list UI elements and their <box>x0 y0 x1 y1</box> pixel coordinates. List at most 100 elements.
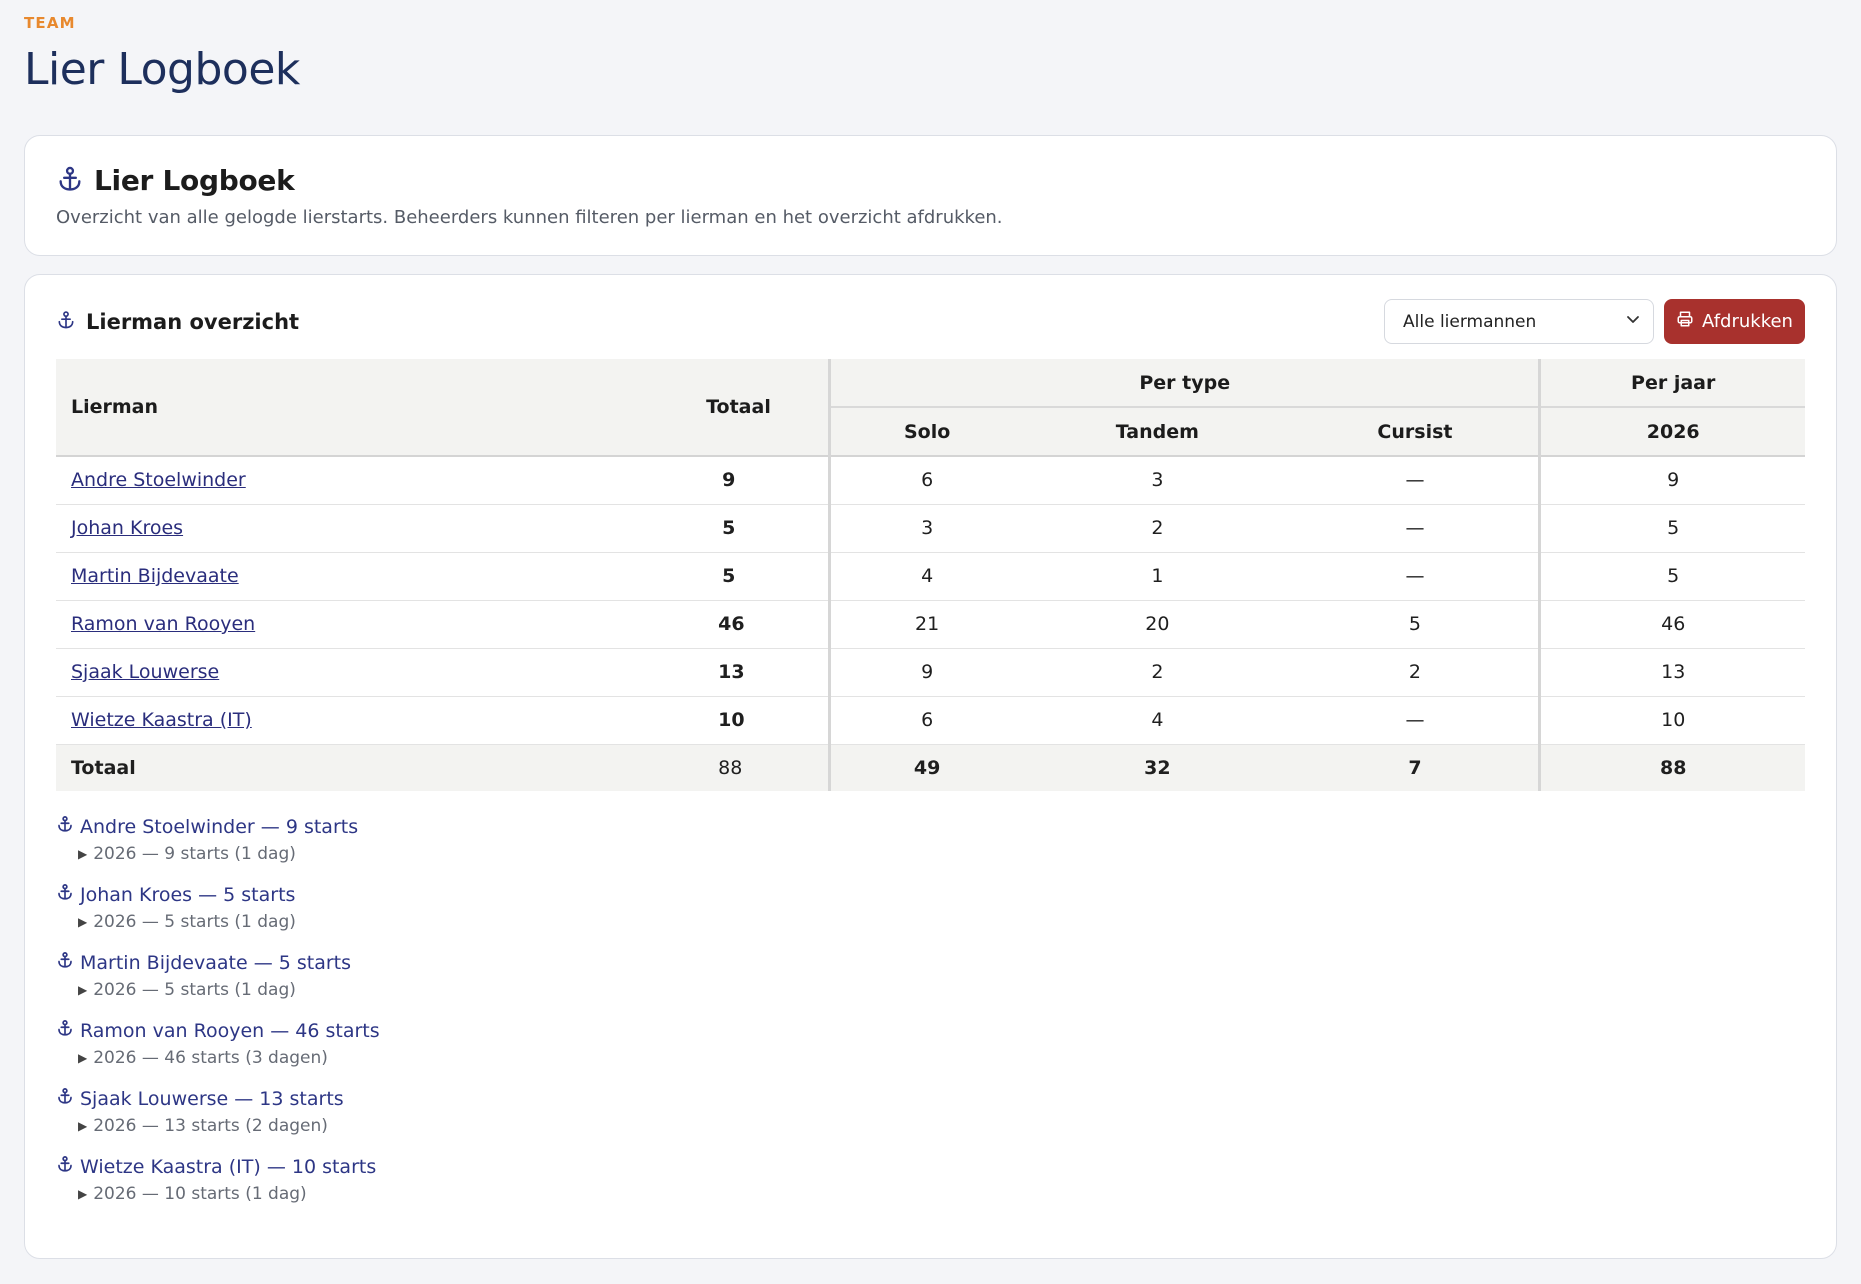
lierman-details-group: Andre Stoelwinder — 9 starts ▶ 2026 — 9 … <box>56 815 1805 883</box>
footer-label: Totaal <box>56 744 707 791</box>
intro-card: Lier Logboek Overzicht van alle gelogde … <box>24 135 1837 256</box>
col-header-per-type: Per type <box>828 359 1540 407</box>
cell-tandem: 20 <box>1023 600 1292 649</box>
print-button-label: Afdrukken <box>1702 311 1793 332</box>
page: TEAM Lier Logboek Lier Logboek Overzicht… <box>0 0 1861 1259</box>
lierman-details-title: Johan Kroes — 5 starts <box>80 883 296 906</box>
year-details-summary[interactable]: ▶ 2026 — 46 starts (3 dagen) <box>56 1048 1805 1068</box>
year-details-summary[interactable]: ▶ 2026 — 10 starts (1 dag) <box>56 1184 1805 1204</box>
year-details-summary[interactable]: ▶ 2026 — 5 starts (1 dag) <box>56 912 1805 932</box>
cell-cursist: 5 <box>1291 600 1540 649</box>
table-row: Wietze Kaastra (IT) 10 6 4 — 10 <box>56 696 1805 745</box>
col-header-lierman: Lierman <box>56 359 707 457</box>
col-header-per-jaar: Per jaar <box>1538 359 1805 407</box>
cell-totaal: 9 <box>706 456 830 505</box>
overview-title: Lierman overzicht <box>86 309 300 334</box>
col-header-cursist: Cursist <box>1291 406 1540 457</box>
footer-totaal: 88 <box>706 744 830 791</box>
triangle-right-icon: ▶ <box>78 1119 88 1133</box>
cell-tandem: 2 <box>1023 648 1292 697</box>
lierman-details-list: Andre Stoelwinder — 9 starts ▶ 2026 — 9 … <box>56 815 1805 1223</box>
lierman-link[interactable]: Johan Kroes <box>71 517 183 539</box>
cell-solo: 3 <box>828 504 1024 553</box>
intro-title-row: Lier Logboek <box>56 164 1805 197</box>
col-header-solo: Solo <box>828 406 1024 457</box>
cell-tandem: 3 <box>1023 456 1292 505</box>
cell-tandem: 1 <box>1023 552 1292 601</box>
footer-tandem: 32 <box>1023 744 1292 791</box>
lierman-link[interactable]: Martin Bijdevaate <box>71 565 239 587</box>
lierman-details-summary[interactable]: Sjaak Louwerse — 13 starts <box>56 1087 1805 1110</box>
anchor-icon <box>56 883 74 906</box>
cell-totaal: 13 <box>706 648 830 697</box>
lierman-details-summary[interactable]: Ramon van Rooyen — 46 starts <box>56 1019 1805 1042</box>
cell-year: 10 <box>1538 696 1805 745</box>
overview-toolbar: Lierman overzicht Alle liermannen Afdruk… <box>56 299 1805 344</box>
cell-totaal: 10 <box>706 696 830 745</box>
cell-cursist: — <box>1291 696 1540 745</box>
lierman-filter-select[interactable]: Alle liermannen <box>1384 299 1654 344</box>
year-details-summary[interactable]: ▶ 2026 — 13 starts (2 dagen) <box>56 1116 1805 1136</box>
table-row: Andre Stoelwinder 9 6 3 — 9 <box>56 456 1805 505</box>
triangle-right-icon: ▶ <box>78 1187 88 1201</box>
cell-tandem: 4 <box>1023 696 1292 745</box>
year-details-summary[interactable]: ▶ 2026 — 5 starts (1 dag) <box>56 980 1805 1000</box>
table-row: Sjaak Louwerse 13 9 2 2 13 <box>56 648 1805 697</box>
lierman-details-title: Ramon van Rooyen — 46 starts <box>80 1019 380 1042</box>
cell-year: 9 <box>1538 456 1805 505</box>
print-button[interactable]: Afdrukken <box>1664 299 1805 344</box>
lierman-details-group: Johan Kroes — 5 starts ▶ 2026 — 5 starts… <box>56 883 1805 951</box>
toolbar-actions: Alle liermannen Afdrukken <box>1384 299 1805 344</box>
triangle-right-icon: ▶ <box>78 983 88 997</box>
lierman-details-group: Ramon van Rooyen — 46 starts ▶ 2026 — 46… <box>56 1019 1805 1087</box>
year-details-label: 2026 — 9 starts (1 dag) <box>93 844 296 864</box>
triangle-right-icon: ▶ <box>78 847 88 861</box>
cell-totaal: 5 <box>706 504 830 553</box>
table-row: Ramon van Rooyen 46 21 20 5 46 <box>56 600 1805 649</box>
lierman-details-title: Sjaak Louwerse — 13 starts <box>80 1087 344 1110</box>
year-details-label: 2026 — 5 starts (1 dag) <box>93 980 296 1000</box>
cell-solo: 4 <box>828 552 1024 601</box>
section-eyebrow: TEAM <box>24 14 76 32</box>
page-title: Lier Logboek <box>24 44 300 95</box>
table-footer-row: Totaal 88 49 32 7 88 <box>56 744 1805 791</box>
year-details-label: 2026 — 10 starts (1 dag) <box>93 1184 307 1204</box>
anchor-icon <box>56 1019 74 1042</box>
lierman-link[interactable]: Sjaak Louwerse <box>71 661 219 683</box>
lierman-table: Lierman Totaal Per type Per jaar Solo Ta… <box>56 359 1805 791</box>
anchor-icon <box>56 310 76 334</box>
year-details-label: 2026 — 13 starts (2 dagen) <box>93 1116 328 1136</box>
anchor-icon <box>56 1087 74 1110</box>
anchor-icon <box>56 1155 74 1178</box>
lierman-details-group: Wietze Kaastra (IT) — 10 starts ▶ 2026 —… <box>56 1155 1805 1223</box>
table-row: Johan Kroes 5 3 2 — 5 <box>56 504 1805 553</box>
cell-year: 13 <box>1538 648 1805 697</box>
cell-totaal: 5 <box>706 552 830 601</box>
lierman-link[interactable]: Wietze Kaastra (IT) <box>71 709 252 731</box>
cell-solo: 6 <box>828 696 1024 745</box>
lierman-link[interactable]: Andre Stoelwinder <box>71 469 246 491</box>
cell-year: 5 <box>1538 552 1805 601</box>
lierman-filter-value: Alle liermannen <box>1403 311 1537 332</box>
footer-solo: 49 <box>828 744 1024 791</box>
lierman-link[interactable]: Ramon van Rooyen <box>71 613 255 635</box>
cell-cursist: — <box>1291 552 1540 601</box>
cell-year: 46 <box>1538 600 1805 649</box>
lierman-details-summary[interactable]: Johan Kroes — 5 starts <box>56 883 1805 906</box>
lierman-details-summary[interactable]: Wietze Kaastra (IT) — 10 starts <box>56 1155 1805 1178</box>
col-header-year: 2026 <box>1538 406 1805 457</box>
lierman-details-summary[interactable]: Martin Bijdevaate — 5 starts <box>56 951 1805 974</box>
cell-tandem: 2 <box>1023 504 1292 553</box>
lierman-details-title: Andre Stoelwinder — 9 starts <box>80 815 359 838</box>
lierman-details-summary[interactable]: Andre Stoelwinder — 9 starts <box>56 815 1805 838</box>
col-header-totaal: Totaal <box>706 359 830 457</box>
lierman-details-group: Sjaak Louwerse — 13 starts ▶ 2026 — 13 s… <box>56 1087 1805 1155</box>
cell-cursist: — <box>1291 456 1540 505</box>
cell-solo: 21 <box>828 600 1024 649</box>
lierman-details-group: Martin Bijdevaate — 5 starts ▶ 2026 — 5 … <box>56 951 1805 1019</box>
overview-heading: Lierman overzicht <box>56 310 299 334</box>
year-details-summary[interactable]: ▶ 2026 — 9 starts (1 dag) <box>56 844 1805 864</box>
cell-cursist: 2 <box>1291 648 1540 697</box>
col-header-tandem: Tandem <box>1023 406 1292 457</box>
overview-card: Lierman overzicht Alle liermannen Afdruk… <box>24 274 1837 1259</box>
